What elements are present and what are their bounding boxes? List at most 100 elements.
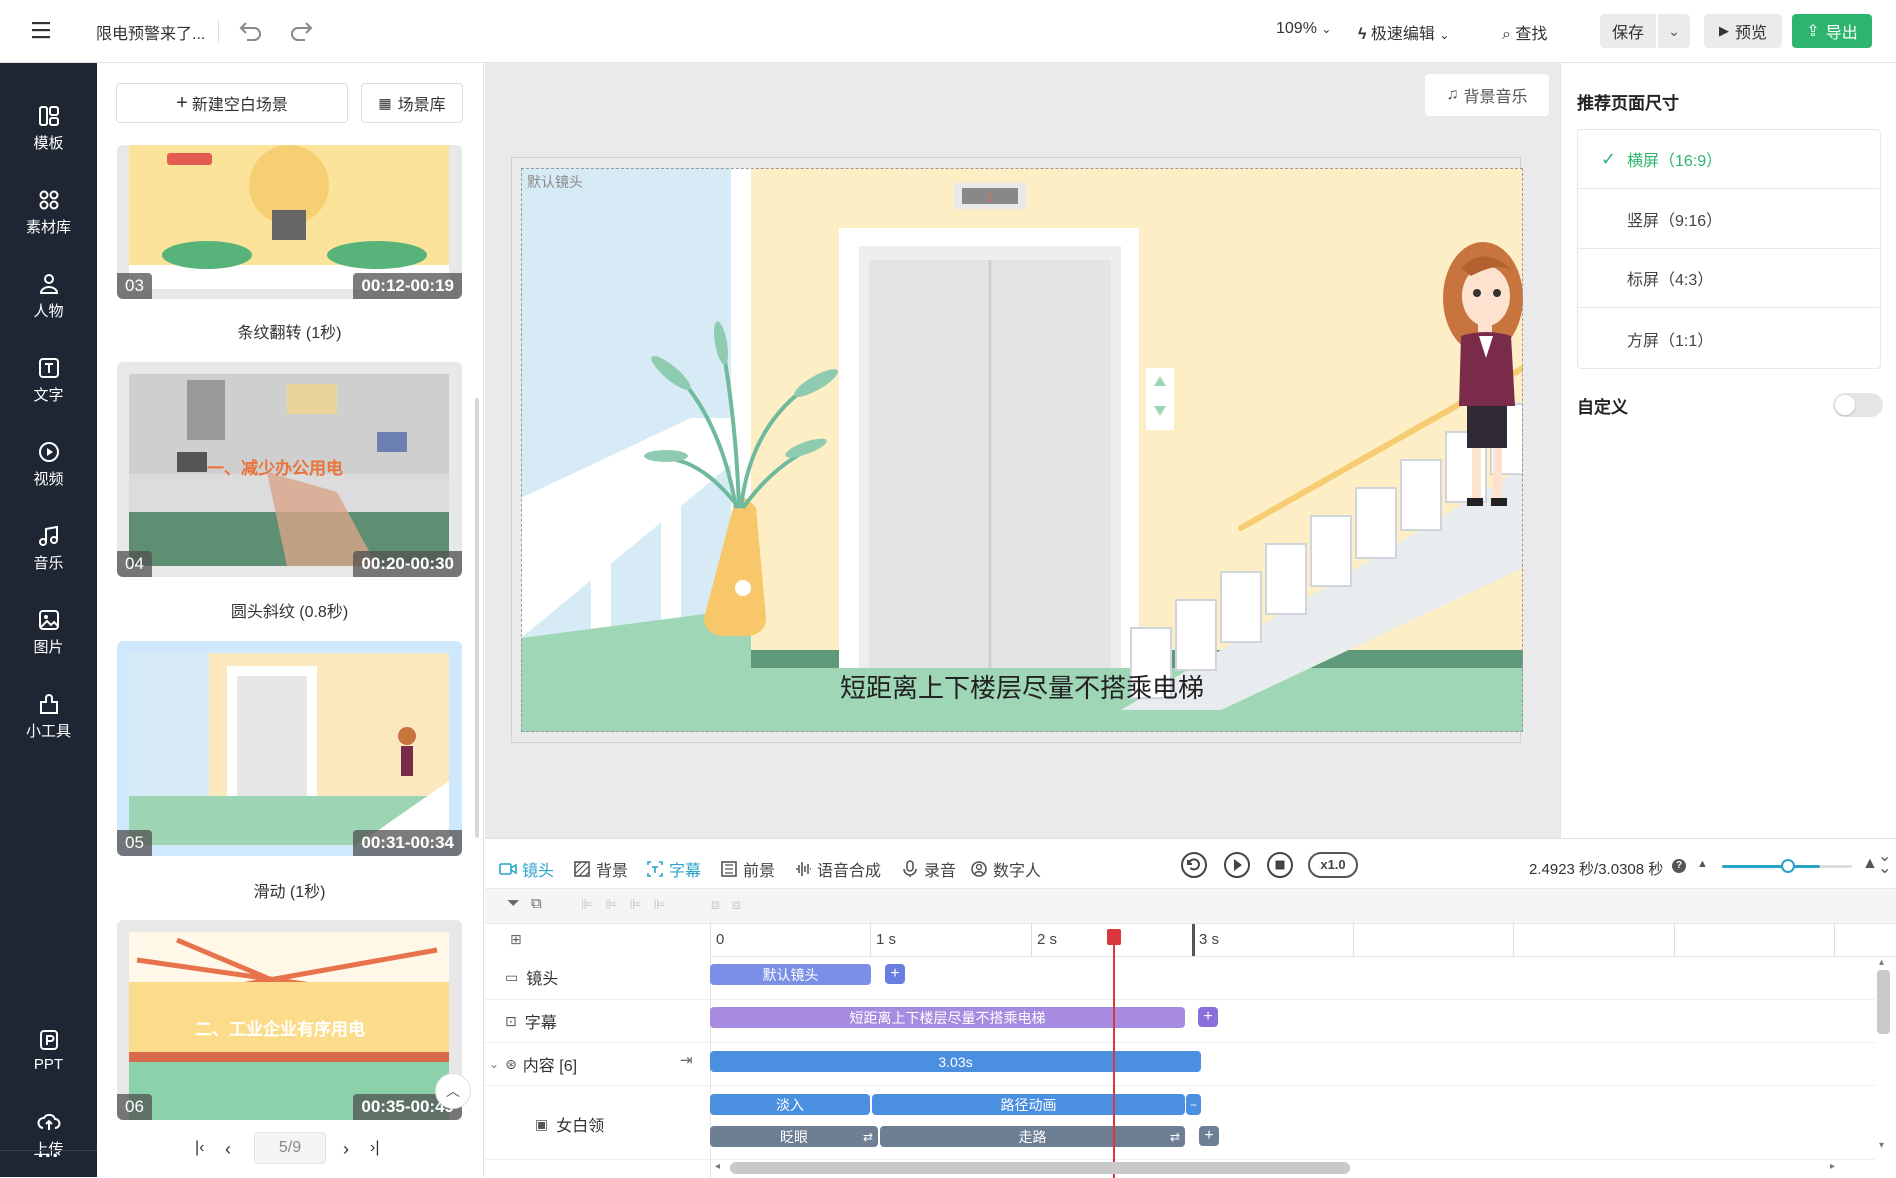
next-page-button[interactable]: › [343,1139,349,1160]
help-icon[interactable]: ? [1672,859,1686,873]
timeline-vertical-scrollbar[interactable] [1877,970,1890,1034]
content-icon: ⊛ [505,1055,517,1072]
last-page-button[interactable]: ›| [370,1139,379,1157]
preview-button[interactable]: ▶ 预览 [1704,14,1782,48]
scene-library-button[interactable]: ▦ 场景库 [361,83,463,123]
zoom-out-icon[interactable]: ▲ [1697,858,1708,870]
nav-item-image[interactable]: 图片 [0,597,97,667]
nav-item-music[interactable]: 音乐 [0,513,97,583]
tab-digital-human[interactable]: 数字人 [970,857,1041,881]
ruler-settings-icon[interactable]: ⊞ [510,931,522,948]
more-icon[interactable]: ··· [0,1143,97,1169]
export-button[interactable]: ⇪ 导出 [1792,14,1872,48]
new-blank-scene-button[interactable]: + 新建空白场景 [116,83,348,123]
nav-item-text[interactable]: 文字 [0,345,97,415]
edit-mode-label: 极速编辑 [1370,26,1435,43]
scroll-down-icon[interactable]: ▾ [1879,1140,1884,1151]
edit-mode-select[interactable]: ϟ 极速编辑 ⌄ [1358,20,1449,44]
track-label-subtitle: ⊡ 字幕 [505,1009,557,1033]
document-title[interactable]: 限电预警来了... [96,20,205,44]
tab-foreground[interactable]: 前景 [720,857,775,881]
nav-item-template[interactable]: 模板 [0,93,97,163]
exit-group-icon[interactable]: ⇥ [680,1051,693,1069]
camera-dashed-frame[interactable] [521,168,1523,732]
add-subtitle-button[interactable]: + [1198,1007,1218,1027]
time-readout: 2.4923 秒/3.0308 秒 [1529,861,1664,878]
nav-item-ppt[interactable]: PPT [0,1015,97,1085]
playhead-handle[interactable] [1107,929,1121,945]
page-indicator[interactable]: 5/9 [254,1132,326,1164]
track-label-text: 内容 [6] [522,1058,578,1075]
prev-page-button[interactable]: ‹ [225,1139,231,1160]
scene-thumbnail[interactable]: 03 00:12-00:19 [117,145,462,299]
nav-label: 素材库 [25,218,71,236]
zoom-in-icon[interactable]: ▲ [1862,855,1878,873]
add-camera-button[interactable]: + [885,964,905,984]
group-icon[interactable]: ⧉ [531,895,542,912]
timeline-zoom-handle[interactable] [1781,859,1795,873]
scene-thumbnail-selected[interactable]: 05 00:31-00:34 [117,641,462,856]
scroll-left-icon[interactable]: ◂ [715,1161,720,1172]
clip-camera[interactable]: 默认镜头 [710,964,871,985]
stop-button[interactable] [1266,851,1294,883]
chevron-down-icon[interactable]: ⌄ [489,1057,499,1071]
clip-content[interactable]: 3.03s [710,1051,1201,1072]
scene-scrollbar[interactable] [475,398,479,838]
size-option-landscape[interactable]: ✓ 横屏（16:9） [1577,130,1879,189]
zoom-select[interactable]: 109% ⌄ [1276,20,1331,38]
check-icon: ✓ [1601,148,1617,169]
timeline-horizontal-scrollbar[interactable] [730,1162,1350,1174]
replay-icon [1181,852,1207,878]
chevron-down-icon: ⌄ [1439,28,1450,42]
collapse-timeline-icon[interactable]: ⌄ ⌄ [1878,849,1891,877]
timeline-zoom-slider[interactable] [1722,865,1820,868]
play-button[interactable] [1223,851,1251,883]
first-page-button[interactable]: |‹ [195,1139,204,1157]
tab-background[interactable]: 背景 [573,857,628,881]
find-button[interactable]: ⌕ 查找 [1502,20,1547,44]
camera-icon [499,863,517,875]
speed-button[interactable]: x1.0 [1308,852,1358,878]
nav-item-assets[interactable]: 素材库 [0,177,97,247]
save-dropdown-button[interactable]: ⌄ [1658,14,1690,48]
custom-size-toggle[interactable] [1833,393,1883,417]
track-label-text: 女白领 [556,1118,605,1135]
nav-item-video[interactable]: 视频 [0,429,97,499]
undo-icon[interactable] [238,18,264,46]
size-option-portrait[interactable]: 竖屏（9:16） [1577,190,1879,249]
tab-camera[interactable]: 镜头 [499,857,554,881]
page-size-title: 推荐页面尺寸 [1577,94,1679,113]
nav-item-tools[interactable]: 小工具 [0,681,97,751]
chevron-down-icon: ⌄ [1321,22,1332,36]
save-button[interactable]: 保存 [1600,14,1656,48]
export-icon: ⇪ [1806,23,1820,40]
size-option-square[interactable]: 方屏（1:1） [1577,309,1879,368]
clip-path-animation[interactable]: 路径动画 [872,1094,1185,1115]
scene-thumbnail[interactable]: 一、减少办公用电 04 00:20-00:30 [117,362,462,577]
scene-thumbnail[interactable]: 二、工业企业有序用电 06 00:35-00:49 [117,920,462,1120]
scroll-up-icon[interactable]: ▴ [1879,957,1884,968]
track-row-camera [485,957,1875,1000]
timeline-ruler[interactable]: 0 1 s 2 s 3 s [710,924,1896,957]
clip-fade-in[interactable]: 淡入 [710,1094,870,1115]
scroll-right-icon[interactable]: ▸ [1830,1161,1835,1172]
tab-tts[interactable]: 语音合成 [794,857,881,881]
lightning-icon: ϟ [1358,26,1367,43]
scene-transition-name: 条纹翻转 (1秒) [237,325,342,342]
clip-walk[interactable]: 走路 ⇄ [880,1126,1185,1147]
add-action-button[interactable]: + [1199,1126,1219,1146]
tab-record[interactable]: 录音 [901,857,956,881]
filter-icon[interactable]: ⏷ [507,895,520,913]
menu-icon[interactable] [32,21,52,39]
scroll-top-button[interactable]: ︿ [435,1073,471,1109]
clip-path-animation-end[interactable]: − [1186,1094,1201,1115]
clip-blink[interactable]: 眨眼 ⇄ [710,1126,878,1147]
timeline-edit-toolbar [485,888,1896,924]
scene-number: 05 [117,830,152,856]
redo-icon[interactable] [288,18,314,46]
rewind-button[interactable] [1180,851,1208,883]
nav-item-person[interactable]: 人物 [0,261,97,331]
size-option-standard[interactable]: 标屏（4:3） [1577,249,1879,308]
background-music-button[interactable]: ♫ 背景音乐 [1425,74,1549,116]
tab-subtitle[interactable]: 字幕 [646,857,701,881]
